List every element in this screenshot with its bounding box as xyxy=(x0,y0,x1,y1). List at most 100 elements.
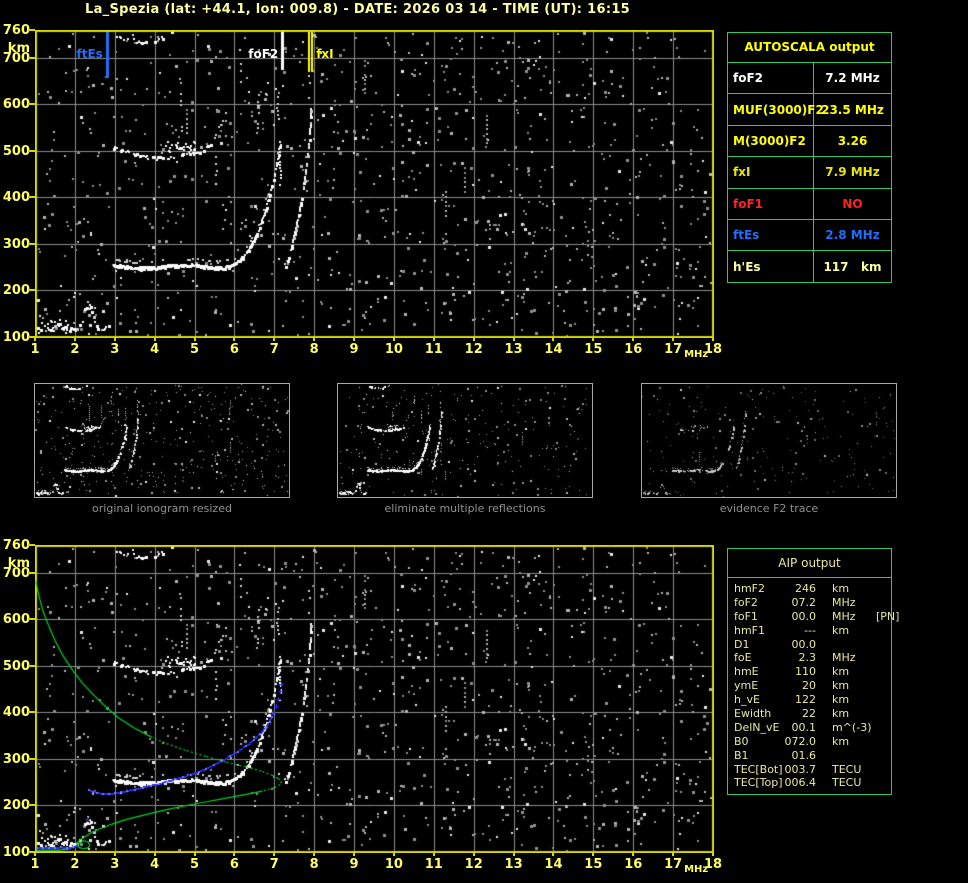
ionogram-canvas xyxy=(35,30,714,338)
x-axis-tick xyxy=(273,338,276,341)
y-axis-tick xyxy=(28,149,35,152)
x-axis-tick-label: 8 xyxy=(309,342,319,357)
x-axis-tick xyxy=(34,338,36,341)
autoscala-table-title: AUTOSCALA output xyxy=(728,33,891,63)
aip-table-body: hmF2 246 km foF2 07.2 MHz foF1 00.0 MHz [PN] hm… xyxy=(728,578,899,794)
y-axis-tick xyxy=(28,711,35,714)
x-axis-tick-label: 1 xyxy=(30,857,40,872)
x-axis-tick xyxy=(672,338,675,341)
x-axis-tick-label: 1 xyxy=(30,342,40,357)
param-label: ftEs xyxy=(728,219,814,251)
x-axis-tick-label: 3 xyxy=(110,857,120,872)
aip-row-delnve: DelN_vE 00.1 m^(-3) xyxy=(734,720,872,734)
autoscala-row-m3000: M(3000)F2 3.26 xyxy=(728,125,891,158)
thumbnail-eliminate-reflections xyxy=(337,383,593,498)
y-axis-unit-label: km xyxy=(7,41,30,56)
autoscala-output-table: AUTOSCALA output foF2 7.2 MHz MUF(3000)F… xyxy=(727,32,892,283)
x-axis-tick xyxy=(153,338,156,341)
param-value: NO xyxy=(842,196,863,211)
x-axis-tick-label: 6 xyxy=(229,342,239,357)
x-axis-tick xyxy=(73,853,76,856)
x-axis-tick xyxy=(552,853,555,856)
x-axis-tick xyxy=(432,853,435,856)
param-value: 7.2 MHz xyxy=(825,71,880,86)
x-axis-tick xyxy=(472,338,475,341)
aip-row-b1: B1 01.6 xyxy=(734,748,816,762)
x-axis-tick-label: 10 xyxy=(384,342,403,357)
y-axis-tick-label: 400 xyxy=(2,190,30,206)
x-axis-tick-label: 16 xyxy=(624,857,643,872)
x-axis-tick-label: 9 xyxy=(349,857,359,872)
aip-profile-canvas xyxy=(35,545,714,853)
autoscala-row-muf: MUF(3000)F2 23.5 MHz xyxy=(728,94,891,126)
y-axis-tick-label: 760 xyxy=(2,23,30,38)
x-axis-tick xyxy=(353,853,356,856)
param-value: 7.9 MHz xyxy=(825,165,880,180)
y-axis-tick-label: 400 xyxy=(2,705,30,721)
x-axis-unit-label: MHz xyxy=(684,864,709,875)
thumbnail-canvas xyxy=(35,384,289,497)
y-axis-tick-label: 600 xyxy=(2,97,30,113)
fof2-marker-label: foF2 xyxy=(248,47,279,61)
x-axis-tick xyxy=(113,338,116,341)
aip-table-title: AIP output xyxy=(728,549,891,578)
x-axis-tick-label: 2 xyxy=(70,857,80,872)
y-axis-tick xyxy=(28,571,35,574)
aip-row-hve: h_vE 122 km xyxy=(734,693,850,707)
y-axis-tick-label: 200 xyxy=(2,798,30,814)
param-label: foF2 xyxy=(728,63,814,94)
x-axis-tick xyxy=(472,853,475,856)
thumbnail-canvas xyxy=(642,384,896,497)
param-label: foF1 xyxy=(728,188,814,219)
x-axis-tick xyxy=(432,338,435,341)
x-axis-tick xyxy=(592,338,595,341)
x-axis-tick-label: 11 xyxy=(424,857,443,872)
y-axis-tick xyxy=(28,56,35,59)
autoscala-row-fof1: foF1 NO xyxy=(728,188,891,220)
y-axis-tick xyxy=(28,804,35,807)
fxi-marker-label: fxI xyxy=(316,47,334,61)
x-axis-tick xyxy=(392,338,395,341)
x-axis-tick xyxy=(353,338,356,341)
aip-profile-plot xyxy=(35,545,714,853)
x-axis-tick xyxy=(233,853,236,856)
x-axis-tick-label: 4 xyxy=(150,857,160,872)
x-axis-tick xyxy=(193,853,196,856)
x-axis-tick xyxy=(273,853,276,856)
y-axis-tick-label: 300 xyxy=(2,751,30,767)
x-axis-tick xyxy=(512,338,515,341)
x-axis-tick-label: 14 xyxy=(544,857,563,872)
x-axis-tick xyxy=(233,338,236,341)
thumbnail-caption: original ionogram resized xyxy=(92,502,232,515)
x-axis-tick-label: 12 xyxy=(464,857,483,872)
aip-row-tectop: TEC[Top] 006.4 TECU xyxy=(734,776,862,790)
aip-row-foe: foE 2.3 MHz xyxy=(734,651,856,665)
aip-row-hmf1: hmF1 --- km xyxy=(734,623,850,637)
x-axis-tick xyxy=(153,853,156,856)
aip-row-yme: ymE 20 km xyxy=(734,679,850,693)
autoscala-row-fxi: fxI 7.9 MHz xyxy=(728,157,891,189)
y-axis-tick xyxy=(28,29,35,31)
x-axis-tick-label: 6 xyxy=(229,857,239,872)
param-value: 23.5 MHz xyxy=(821,102,884,117)
y-axis-unit-label: km xyxy=(7,556,30,571)
thumbnail-caption: evidence F2 trace xyxy=(719,502,819,515)
ftes-marker-label: ftEs xyxy=(76,47,103,61)
x-axis-tick-label: 12 xyxy=(464,342,483,357)
x-axis-tick-label: 16 xyxy=(624,342,643,357)
y-axis-tick xyxy=(28,196,35,199)
y-axis-tick xyxy=(28,289,35,292)
y-axis-tick-label: 500 xyxy=(2,143,30,159)
param-label: MUF(3000)F2 xyxy=(728,94,824,125)
y-axis-tick-label: 600 xyxy=(2,612,30,628)
param-value: 117 km xyxy=(823,259,882,274)
x-axis-tick xyxy=(73,338,76,341)
param-value: 3.26 xyxy=(837,133,868,148)
x-axis-tick xyxy=(512,853,515,856)
aip-row-hme: hmE 110 km xyxy=(734,665,850,679)
aip-row-tecbot: TEC[Bot] 003.7 TECU xyxy=(734,762,862,776)
x-axis-tick-label: 17 xyxy=(664,342,683,357)
y-axis-tick xyxy=(28,544,35,546)
x-axis-tick-label: 15 xyxy=(584,857,603,872)
x-axis-tick xyxy=(113,853,116,856)
